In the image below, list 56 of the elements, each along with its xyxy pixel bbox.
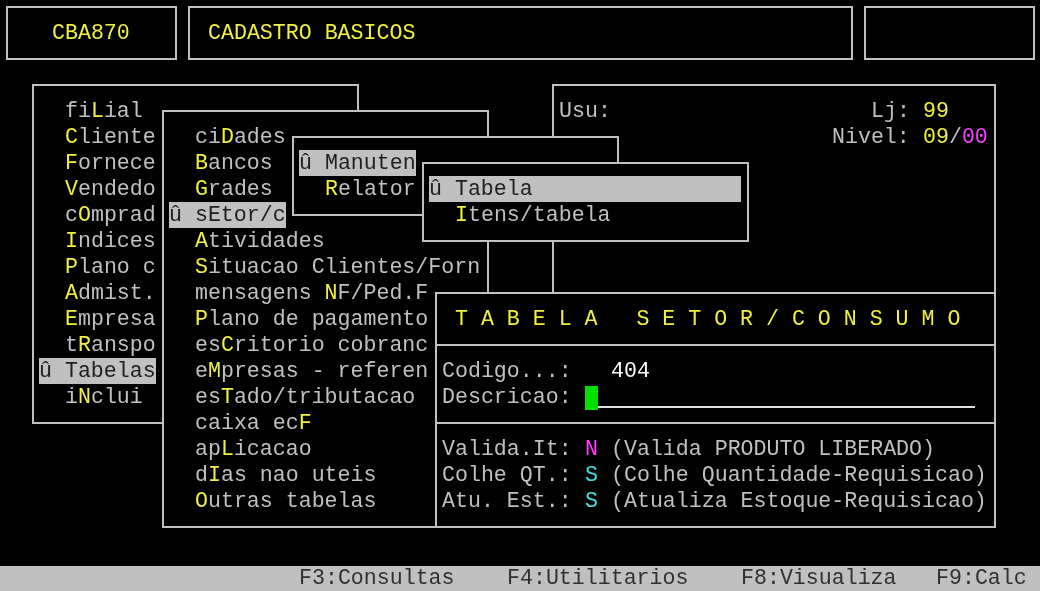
level-label: Nivel: [832,124,910,150]
function-key-hint: F9:Calc [936,565,1027,591]
menu-item[interactable]: Indices [65,228,156,254]
menu-item[interactable]: û Tabela [429,176,741,202]
user-label: Usu: [559,98,611,124]
option-value: S [585,462,598,488]
menu-item[interactable]: Outras tabelas [195,488,377,514]
menu-item[interactable]: û sEtor/c [169,202,286,228]
menu-item[interactable]: cOmprad [65,202,156,228]
menu-item[interactable]: Cliente [65,124,156,150]
text-cursor [585,386,598,410]
menu-item[interactable]: Empresa [65,306,156,332]
menu-item[interactable]: iNclui [65,384,143,410]
menu-item[interactable]: Atividades [195,228,325,254]
function-key-hint: F8:Visualiza [741,565,897,591]
menu-item[interactable]: Itens/tabela [455,202,611,228]
option-description: (Atualiza Estoque-Requisicao) [611,488,987,514]
option-description: (Colhe Quantidade-Requisicao) [611,462,987,488]
menu-item[interactable]: esTado/tributacao [195,384,416,410]
option-label: Valida.It: [442,436,572,462]
menu-item[interactable]: tRanspo [65,332,156,358]
field-label: Descricao: [442,384,572,410]
function-key-hint: F3:Consultas [299,565,455,591]
menu-item[interactable]: esCritorio cobranc [195,332,429,358]
menu-item[interactable]: û Manuten [299,150,416,176]
function-key-hint: F4:Utilitarios [507,565,689,591]
menu-item[interactable]: Admist. [65,280,156,306]
menu-item[interactable]: Plano de pagamento [195,306,429,332]
field-label: Codigo...: [442,358,572,384]
option-description: (Valida PRODUTO LIBERADO) [611,436,935,462]
menu-item[interactable]: Plano c [65,254,156,280]
menu-item[interactable]: Vendedo [65,176,156,202]
level-value: 09/00 [923,124,988,150]
option-label: Colhe QT.: [442,462,572,488]
option-value: N [585,436,598,462]
menu-item[interactable]: Grades [195,176,273,202]
menu-item[interactable]: ciDades [195,124,286,150]
menu-item[interactable]: caixa ecF [195,410,312,436]
menu-item[interactable]: û Tabelas [39,358,156,384]
menu-item[interactable]: eMpresas - referen [195,358,429,384]
menu-item[interactable]: Relator [325,176,416,202]
menu-item[interactable]: dIas nao uteis [195,462,377,488]
menu-item[interactable]: Fornece [65,150,156,176]
option-value: S [585,488,598,514]
menu-item[interactable]: Bancos [195,150,273,176]
form-title: T A B E L A S E T O R / C O N S U M O [455,306,961,332]
menu-item[interactable]: fiLial [65,98,143,124]
menu-item[interactable]: apLicacao [195,436,312,462]
field-value: 404 [611,358,650,384]
option-label: Atu. Est.: [442,488,572,514]
store-value: 99 [923,98,949,124]
menu-item[interactable]: Situacao Clientes/Forn [195,254,481,280]
program-code: CBA870 [52,20,130,46]
menu-item[interactable]: mensagens NF/Ped.F [195,280,429,306]
store-label: Lj: [871,98,910,124]
screen-title: CADASTRO BASICOS [208,20,416,46]
